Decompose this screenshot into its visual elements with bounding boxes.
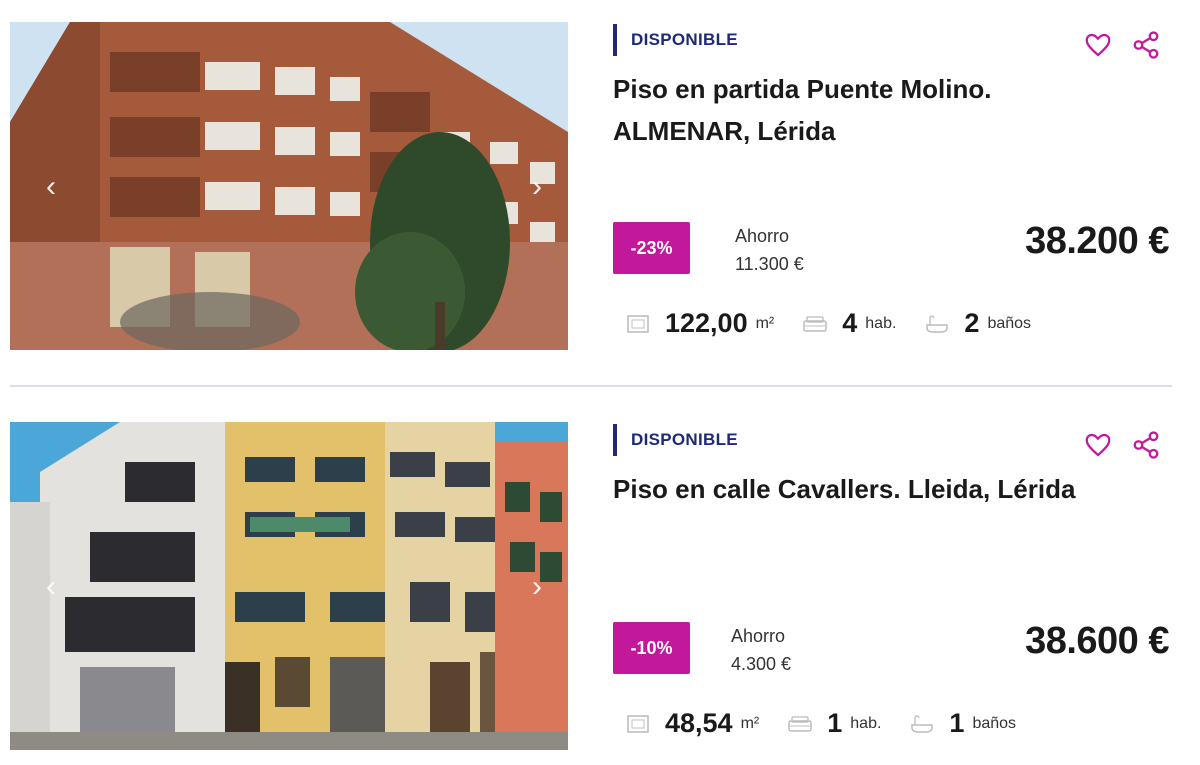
area-unit: m²	[755, 314, 775, 332]
saving-value: 11.300 €	[735, 254, 804, 274]
saving-info: Ahorro 4.300 €	[731, 622, 791, 678]
bed-icon	[803, 315, 827, 332]
discount-badge: -23%	[613, 222, 690, 274]
property-info: DISPONIBLE Piso en partida Puente Molino…	[613, 18, 1173, 358]
feature-baths: 2 baños	[924, 308, 1031, 339]
share-icon[interactable]	[1131, 30, 1161, 60]
heart-icon[interactable]	[1083, 30, 1113, 60]
card-actions	[1083, 430, 1161, 460]
area-value: 122,00	[665, 308, 748, 338]
features: 122,00 m² 4 hab. 2 baños	[625, 308, 1059, 344]
chevron-right-icon[interactable]: ›	[524, 570, 550, 604]
property-card[interactable]: ‹ › DISPONIBLE Piso en partida Puente Mo…	[0, 18, 1200, 358]
bath-icon	[926, 314, 949, 333]
feature-baths: 1 baños	[909, 708, 1016, 739]
discount-badge: -10%	[613, 622, 690, 674]
baths-unit: baños	[972, 714, 1017, 732]
property-title[interactable]: Piso en calle Cavallers. Lleida, Lérida	[613, 468, 1083, 510]
rooms-value: 4	[842, 308, 858, 338]
feature-area: 122,00 m²	[625, 308, 774, 339]
chevron-left-icon[interactable]: ‹	[38, 570, 64, 604]
area-unit: m²	[740, 714, 760, 732]
property-card[interactable]: ‹ › DISPONIBLE Piso en calle Cavallers. …	[0, 418, 1200, 758]
card-actions	[1083, 30, 1161, 60]
rooms-value: 1	[827, 708, 843, 738]
area-icon	[627, 314, 649, 333]
rooms-unit: hab.	[865, 314, 897, 332]
price: 38.600 €	[1025, 620, 1169, 662]
property-title[interactable]: Piso en partida Puente Molino. ALMENAR, …	[613, 68, 1083, 152]
divider	[10, 385, 1172, 387]
baths-unit: baños	[987, 314, 1032, 332]
saving-info: Ahorro 11.300 €	[735, 222, 804, 278]
saving-value: 4.300 €	[731, 654, 792, 674]
features: 48,54 m² 1 hab. 1 baños	[625, 708, 1044, 744]
chevron-left-icon[interactable]: ‹	[38, 170, 64, 204]
baths-value: 2	[964, 308, 980, 338]
feature-rooms: 4 hab.	[802, 308, 896, 339]
feature-area: 48,54 m²	[625, 708, 759, 739]
status-badge: DISPONIBLE	[613, 424, 738, 456]
property-info: DISPONIBLE Piso en calle Cavallers. Llei…	[613, 418, 1173, 758]
area-icon	[627, 714, 649, 733]
saving-label: Ahorro	[731, 626, 786, 646]
saving-label: Ahorro	[735, 226, 790, 246]
property-photo[interactable]: ‹ ›	[10, 422, 568, 750]
baths-value: 1	[949, 708, 965, 738]
share-icon[interactable]	[1131, 430, 1161, 460]
heart-icon[interactable]	[1083, 430, 1113, 460]
feature-rooms: 1 hab.	[787, 708, 881, 739]
area-value: 48,54	[665, 708, 733, 738]
status-badge: DISPONIBLE	[613, 24, 738, 56]
chevron-right-icon[interactable]: ›	[524, 170, 550, 204]
rooms-unit: hab.	[850, 714, 882, 732]
building-photo-2	[10, 422, 568, 750]
bath-icon	[911, 714, 934, 733]
building-photo-1	[10, 22, 568, 350]
bed-icon	[788, 715, 812, 732]
property-photo[interactable]: ‹ ›	[10, 22, 568, 350]
price: 38.200 €	[1025, 220, 1169, 262]
